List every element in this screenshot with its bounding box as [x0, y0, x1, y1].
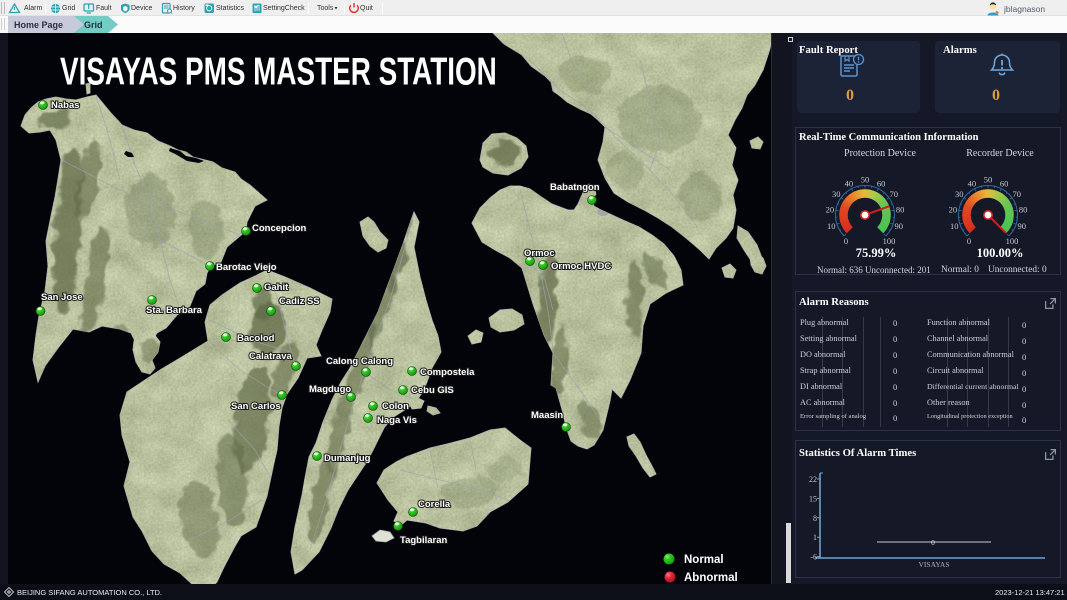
svg-text:Corella: Corella [418, 499, 451, 510]
svg-text:Naga Vis: Naga Vis [377, 415, 417, 426]
svg-text:Cebu GIS: Cebu GIS [411, 385, 454, 396]
svg-text:20: 20 [949, 204, 958, 214]
svg-text:0: 0 [931, 538, 935, 547]
svg-text:100: 100 [1006, 236, 1019, 246]
svg-text:San Carlos: San Carlos [231, 401, 281, 412]
svg-text:Dumanjug: Dumanjug [324, 453, 371, 464]
svg-text:1: 1 [813, 533, 817, 542]
svg-text:Nabas: Nabas [51, 100, 80, 111]
svg-text:30: 30 [955, 189, 964, 199]
svg-text:60: 60 [877, 178, 886, 188]
svg-text:Normal: Normal [684, 554, 724, 566]
svg-text:0: 0 [967, 236, 971, 246]
svg-text:Maasin: Maasin [531, 410, 563, 421]
svg-text:80: 80 [896, 204, 905, 214]
svg-text:Concepcion: Concepcion [252, 223, 307, 234]
svg-text:Sta. Barbara: Sta. Barbara [146, 305, 203, 316]
svg-text:90: 90 [895, 221, 904, 231]
svg-text:Cadiz SS: Cadiz SS [279, 296, 320, 307]
svg-text:90: 90 [1018, 221, 1027, 231]
svg-text:40: 40 [845, 178, 854, 188]
svg-text:Magdugo: Magdugo [309, 384, 351, 395]
svg-text:100: 100 [883, 236, 896, 246]
svg-text:50: 50 [861, 175, 870, 185]
svg-text:Barotac Viejo: Barotac Viejo [216, 262, 277, 273]
svg-text:Gahit: Gahit [264, 282, 289, 293]
svg-text:30: 30 [832, 189, 841, 199]
svg-text:0: 0 [844, 236, 848, 246]
svg-text:Bacolod: Bacolod [237, 333, 275, 344]
svg-text:40: 40 [968, 178, 977, 188]
svg-text:Colon: Colon [382, 401, 409, 412]
svg-text:Calong Calong: Calong Calong [326, 356, 393, 367]
svg-text:15: 15 [809, 494, 817, 503]
svg-text:Tagbilaran: Tagbilaran [400, 535, 448, 546]
svg-text:Compostela: Compostela [420, 367, 475, 378]
svg-text:60: 60 [1000, 178, 1009, 188]
svg-text:VISAYAS PMS MASTER STATION: VISAYAS PMS MASTER STATION [60, 50, 497, 94]
svg-text:20: 20 [826, 204, 835, 214]
svg-text:Ormoc HVDC: Ormoc HVDC [551, 261, 611, 272]
svg-text:-6: -6 [810, 553, 817, 562]
svg-text:80: 80 [1019, 204, 1028, 214]
svg-text:70: 70 [1012, 189, 1021, 199]
svg-text:San Jose: San Jose [41, 292, 83, 303]
svg-text:Ormoc: Ormoc [524, 248, 555, 259]
svg-text:Calatrava: Calatrava [249, 351, 292, 362]
svg-text:VISAYAS: VISAYAS [919, 560, 950, 569]
svg-text:Abnormal: Abnormal [684, 572, 738, 584]
svg-text:70: 70 [889, 189, 898, 199]
svg-text:8: 8 [813, 514, 817, 523]
svg-text:50: 50 [984, 175, 993, 185]
svg-text:Babatngon: Babatngon [550, 182, 600, 193]
svg-text:10: 10 [827, 221, 836, 231]
svg-text:22: 22 [809, 475, 817, 484]
svg-text:10: 10 [950, 221, 959, 231]
